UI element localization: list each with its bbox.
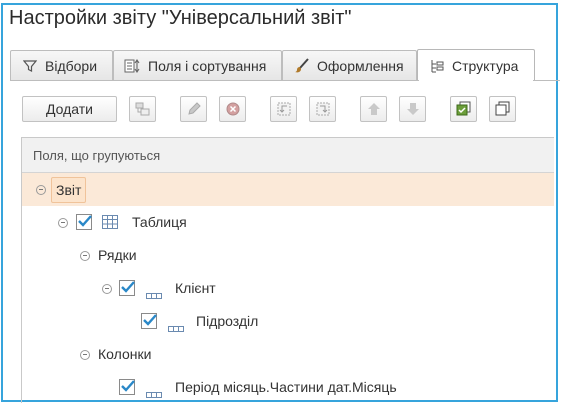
- tab-label: Поля і сортування: [148, 57, 267, 74]
- fields-sort-icon: [124, 58, 142, 74]
- brush-icon: [293, 57, 311, 74]
- delete-icon: [226, 102, 239, 116]
- tree-row-label: Колонки: [98, 346, 152, 362]
- tree-row-columns[interactable]: Колонки: [22, 338, 554, 371]
- field-icon: [146, 385, 162, 401]
- structure-icon: [428, 58, 446, 74]
- row-checkbox[interactable]: [119, 379, 135, 395]
- tree-row-label: Рядки: [98, 247, 137, 263]
- collapse-toggle[interactable]: [36, 185, 46, 195]
- move-up-icon: [367, 103, 380, 115]
- move-right-icon: [316, 102, 329, 116]
- collapse-toggle[interactable]: [80, 251, 90, 261]
- edit-icon: [187, 102, 201, 115]
- move-down-button[interactable]: [399, 96, 426, 122]
- tab-filters[interactable]: Відбори: [10, 50, 113, 80]
- move-left-button[interactable]: [270, 96, 297, 122]
- tab-fields-sorting[interactable]: Поля і сортування: [113, 50, 282, 80]
- row-checkbox[interactable]: [76, 214, 92, 230]
- tree-row-label: Підрозділ: [196, 313, 259, 329]
- uncheck-all-icon: [495, 101, 509, 116]
- tree-row-label: Звіт: [51, 177, 87, 203]
- tree-row-client[interactable]: Клієнт: [22, 272, 554, 305]
- collapse-toggle[interactable]: [58, 218, 68, 228]
- move-right-button[interactable]: [309, 96, 336, 122]
- add-button-label: Додати: [46, 101, 93, 117]
- tree-row-department[interactable]: Підрозділ: [22, 305, 554, 338]
- collapse-toggle[interactable]: [80, 350, 90, 360]
- delete-button[interactable]: [219, 96, 246, 122]
- window-title: Настройки звіту "Універсальний звіт": [9, 7, 352, 29]
- tab-design[interactable]: Оформлення: [282, 50, 417, 80]
- check-all-button[interactable]: [450, 96, 477, 122]
- row-checkbox[interactable]: [119, 280, 135, 296]
- tree-row-report[interactable]: Звіт: [22, 173, 554, 206]
- tab-label: Оформлення: [317, 57, 404, 74]
- tree-row-table[interactable]: Таблиця: [22, 206, 554, 239]
- tree-row-label: Таблиця: [132, 214, 187, 230]
- add-button[interactable]: Додати: [22, 96, 117, 122]
- row-checkbox[interactable]: [141, 313, 157, 329]
- field-icon: [146, 286, 162, 302]
- tree-row-rows[interactable]: Рядки: [22, 239, 554, 272]
- tree-row-label: Клієнт: [175, 280, 216, 296]
- edit-button[interactable]: [180, 96, 207, 122]
- tree-row-period-month[interactable]: Період місяць.Частини дат.Місяць: [22, 371, 554, 403]
- uncheck-all-button[interactable]: [489, 96, 516, 122]
- field-icon: [168, 319, 184, 335]
- filter-icon: [21, 58, 39, 74]
- tab-label: Структура: [452, 57, 519, 74]
- structure-tree: Поля, що групуються Звіт Таблиця Рядки К…: [21, 137, 554, 403]
- add-group-icon: [135, 102, 149, 116]
- collapse-toggle[interactable]: [102, 284, 112, 294]
- move-up-button[interactable]: [360, 96, 387, 122]
- tree-column-header-label: Поля, що групуються: [33, 147, 161, 163]
- tree-row-label: Період місяць.Частини дат.Місяць: [175, 379, 397, 395]
- move-down-icon: [406, 103, 419, 115]
- tree-column-header: Поля, що групуються: [22, 138, 554, 173]
- tab-label: Відбори: [45, 57, 98, 74]
- move-left-icon: [277, 102, 290, 116]
- tab-structure[interactable]: Структура: [417, 49, 535, 81]
- table-icon: [102, 215, 118, 232]
- tab-divider: [10, 80, 560, 82]
- check-all-icon: [456, 101, 470, 116]
- add-group-button[interactable]: [129, 96, 156, 122]
